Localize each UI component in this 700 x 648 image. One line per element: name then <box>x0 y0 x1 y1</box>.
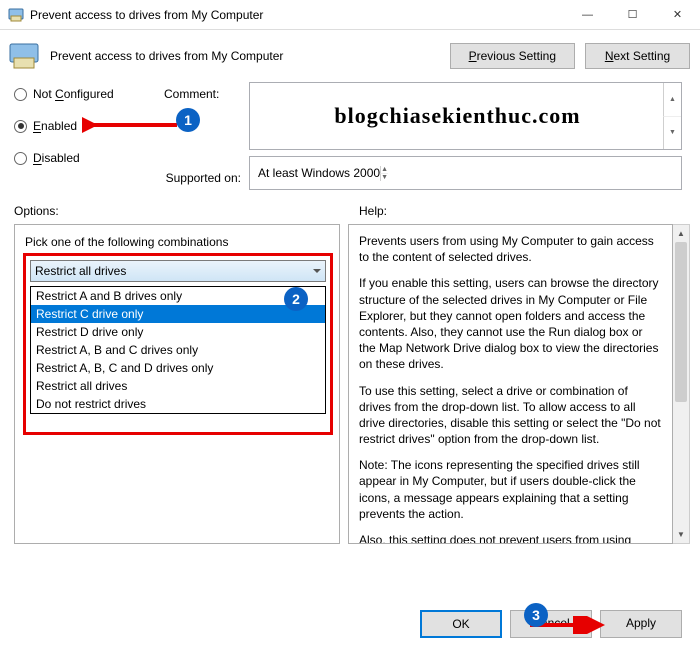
dropdown-item[interactable]: Restrict A and B drives only <box>31 287 325 305</box>
options-label: Options: <box>14 204 359 218</box>
maximize-button[interactable]: ☐ <box>610 0 655 29</box>
ok-button[interactable]: OK <box>420 610 502 638</box>
help-label: Help: <box>359 204 387 218</box>
drive-restriction-dropdown[interactable]: Restrict A and B drives onlyRestrict C d… <box>30 286 326 414</box>
previous-setting-button[interactable]: Previous Setting <box>450 43 575 69</box>
radio-enabled[interactable]: Enabled <box>14 119 164 133</box>
dropdown-item[interactable]: Do not restrict drives <box>31 395 325 413</box>
dropdown-item[interactable]: Restrict C drive only <box>31 305 325 323</box>
help-paragraph: Also, this setting does not prevent user… <box>359 532 662 544</box>
help-panel: Prevents users from using My Computer to… <box>348 224 673 544</box>
scroll-up-icon[interactable]: ▲ <box>673 225 689 242</box>
policy-heading: Prevent access to drives from My Compute… <box>50 49 440 63</box>
dropdown-item[interactable]: Restrict A, B, C and D drives only <box>31 359 325 377</box>
watermark-text: blogchiasekienthuc.com <box>334 103 580 129</box>
scroll-down-icon[interactable] <box>663 117 681 150</box>
help-scrollbar[interactable]: ▲ ▼ <box>673 224 690 544</box>
pick-combination-label: Pick one of the following combinations <box>25 235 329 249</box>
comment-label: Comment: <box>164 82 249 101</box>
titlebar: Prevent access to drives from My Compute… <box>0 0 700 30</box>
scroll-up-icon[interactable] <box>380 166 388 174</box>
radio-icon <box>14 120 27 133</box>
dropdown-item[interactable]: Restrict all drives <box>31 377 325 395</box>
scroll-up-icon[interactable] <box>663 83 681 117</box>
comment-field[interactable]: blogchiasekienthuc.com <box>249 82 682 150</box>
annotation-callout-1: 1 <box>176 108 200 132</box>
window-title: Prevent access to drives from My Compute… <box>30 8 565 22</box>
next-setting-button[interactable]: Next Setting <box>585 43 690 69</box>
annotation-callout-3: 3 <box>524 603 548 627</box>
radio-icon <box>14 152 27 165</box>
drive-restriction-combo[interactable]: Restrict all drives <box>30 260 326 282</box>
options-panel: Pick one of the following combinations R… <box>14 224 340 544</box>
minimize-button[interactable]: — <box>565 0 610 29</box>
annotation-highlight-box: Restrict all drives Restrict A and B dri… <box>23 253 333 435</box>
combo-selected-value: Restrict all drives <box>35 264 126 278</box>
scroll-down-icon[interactable]: ▼ <box>673 526 689 543</box>
group-policy-icon <box>8 7 24 23</box>
supported-on-value: At least Windows 2000 <box>258 166 380 180</box>
supported-on-label: Supported on: <box>164 171 249 185</box>
dropdown-item[interactable]: Restrict D drive only <box>31 323 325 341</box>
header-row: Prevent access to drives from My Compute… <box>0 30 700 82</box>
scroll-down-icon[interactable] <box>380 174 388 181</box>
cancel-button[interactable]: Cancel <box>510 610 592 638</box>
help-paragraph: To use this setting, select a drive or c… <box>359 383 662 448</box>
policy-icon <box>8 40 40 72</box>
help-paragraph: Prevents users from using My Computer to… <box>359 233 662 265</box>
apply-button[interactable]: Apply <box>600 610 682 638</box>
help-paragraph: If you enable this setting, users can br… <box>359 275 662 372</box>
radio-disabled[interactable]: Disabled <box>14 151 164 165</box>
radio-icon <box>14 88 27 101</box>
annotation-callout-2: 2 <box>284 287 308 311</box>
close-button[interactable]: ✕ <box>655 0 700 29</box>
radio-not-configured[interactable]: Not Configured <box>14 87 164 101</box>
supported-on-field: At least Windows 2000 <box>249 156 682 190</box>
dropdown-item[interactable]: Restrict A, B and C drives only <box>31 341 325 359</box>
scrollbar-thumb[interactable] <box>675 242 687 402</box>
help-paragraph: Note: The icons representing the specifi… <box>359 457 662 522</box>
